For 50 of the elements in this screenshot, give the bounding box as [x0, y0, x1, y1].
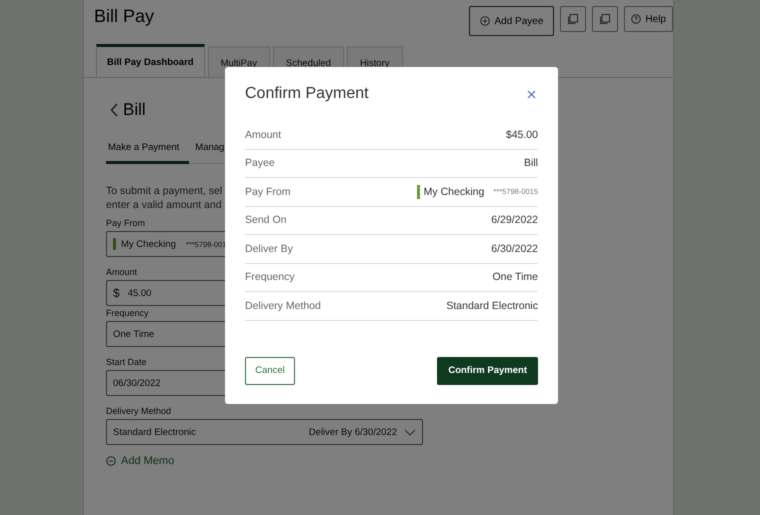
detail-label: Payee [245, 157, 275, 170]
document-button[interactable] [592, 6, 618, 32]
detail-label: Frequency [245, 271, 295, 284]
document-icon [599, 13, 612, 25]
confirm-payment-button[interactable]: Confirm Payment [437, 356, 538, 384]
account-marker [113, 238, 116, 250]
document-button[interactable] [560, 6, 586, 32]
detail-value: 6/29/2022 [491, 214, 538, 226]
payee-title: Bill [123, 100, 146, 120]
page-title: Bill Pay [94, 6, 154, 27]
amount-value: 45.00 [128, 288, 152, 298]
detail-value: Bill [524, 157, 538, 170]
close-icon [527, 90, 536, 98]
detail-value: 6/30/2022 [491, 242, 538, 255]
field-value: One Time [113, 328, 154, 340]
field-label: Pay From [106, 218, 146, 228]
add-memo-link[interactable]: Add Memo [106, 455, 174, 467]
field-value: Standard Electronic [113, 426, 196, 438]
sub-tab[interactable]: Make a Payment [106, 138, 190, 164]
delivery-date: Deliver By 6/30/2022 [308, 426, 397, 438]
instructions-text: To submit a payment, sel enter a valid amount and [106, 184, 222, 212]
date-value: 06/30/2022 [113, 378, 161, 388]
field-label: Amount [106, 267, 138, 277]
help-icon [631, 14, 642, 24]
detail-value: $45.00 [506, 128, 538, 141]
account-marker [416, 184, 420, 199]
detail-label: Delivery Method [245, 300, 321, 312]
account-name: My Checking [424, 186, 484, 198]
dialog-title: Confirm Payment [245, 85, 369, 103]
detail-label: Deliver By [245, 242, 293, 255]
field-label: Frequency [106, 308, 149, 318]
currency-symbol: $ [113, 286, 120, 300]
dropdown[interactable]: Standard Electronic Deliver By 6/30/2022 [106, 419, 423, 445]
help-button[interactable]: Help [624, 6, 673, 32]
account-name: My Checking [121, 238, 176, 250]
detail-label: Amount [245, 128, 282, 141]
chevron-down-icon [404, 428, 416, 436]
sub-tab[interactable]: Manag [193, 138, 234, 164]
document-icon [567, 13, 580, 25]
detail-label: Pay From [245, 186, 291, 198]
detail-value: One Time [492, 271, 538, 284]
detail-value: Standard Electronic [446, 300, 538, 312]
cancel-button[interactable]: Cancel [245, 356, 295, 384]
field-label: Delivery Method [106, 406, 172, 416]
tab[interactable]: Bill Pay Dashboard [96, 44, 205, 77]
chevron-left-icon[interactable] [110, 103, 118, 117]
detail-label: Send On [245, 214, 286, 226]
close-button[interactable] [525, 88, 538, 100]
add-payee-button[interactable]: Add Payee [469, 6, 554, 36]
field-label: Start Date [106, 357, 147, 367]
